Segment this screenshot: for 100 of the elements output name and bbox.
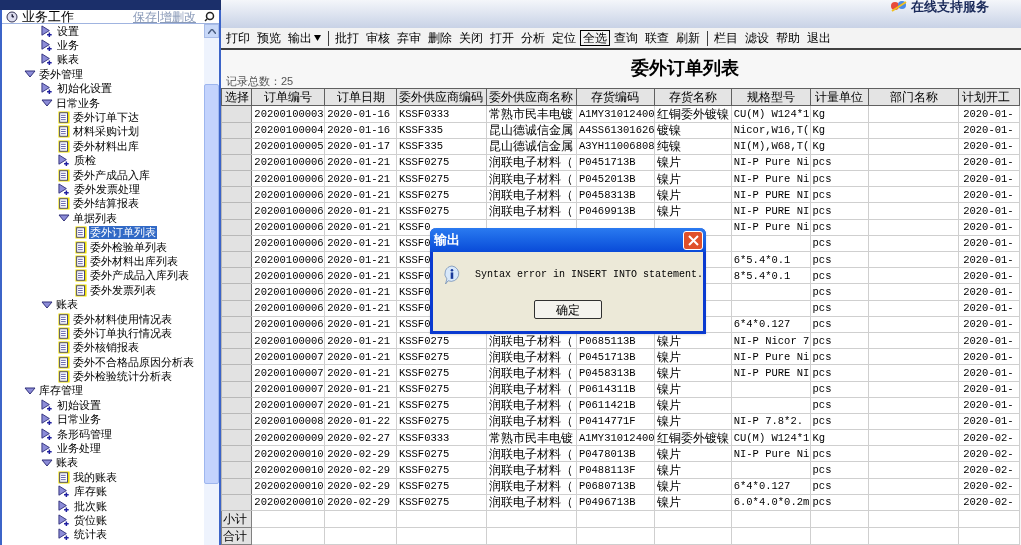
triangle-plus-icon[interactable] xyxy=(58,513,71,527)
toolbar-button[interactable]: 弃审 xyxy=(394,30,424,46)
table-cell: P0496713B xyxy=(576,494,655,511)
tree-item[interactable]: 我的账表 xyxy=(72,470,118,484)
tree-item[interactable]: 委外发票处理 xyxy=(73,183,141,196)
ok-button[interactable]: 确定 xyxy=(534,300,602,319)
close-button[interactable] xyxy=(683,230,703,250)
toolbar-button[interactable]: 定位 xyxy=(549,30,579,46)
tree-item[interactable]: 委外检验统计分析表 xyxy=(72,370,173,384)
tree-item[interactable]: 日常业务 xyxy=(56,413,102,427)
triangle-plus-icon[interactable] xyxy=(58,183,71,196)
tree-item[interactable]: 委外管理 xyxy=(38,67,84,81)
tree-item[interactable]: 委外核销报表 xyxy=(72,341,140,355)
table-cell: Nicor,W16,T( xyxy=(731,122,811,139)
tree-item[interactable]: 委外发票列表 xyxy=(89,283,157,297)
toolbar-button[interactable]: 查询 xyxy=(611,30,641,46)
support-link[interactable]: 在线支持服务 xyxy=(911,0,989,13)
triangle-plus-icon[interactable] xyxy=(41,24,54,38)
column-header[interactable]: 订单日期 xyxy=(324,88,397,106)
tree-item[interactable]: 委外检验单列表 xyxy=(89,240,168,254)
triangle-plus-icon[interactable] xyxy=(41,427,54,441)
tree-item[interactable]: 委外订单列表 xyxy=(89,226,157,240)
column-header[interactable]: 计划开工 xyxy=(958,88,1020,106)
tree-item[interactable]: 委外结算报表 xyxy=(72,197,140,211)
tree-item[interactable]: 委外产成品入库列表 xyxy=(89,269,190,283)
tree-item[interactable]: 账表 xyxy=(55,456,79,470)
tree-item[interactable]: 业务 xyxy=(56,39,80,53)
tree-item[interactable]: 统计表 xyxy=(73,528,108,542)
tree-item[interactable]: 设置 xyxy=(56,24,80,38)
toolbar-button[interactable]: 刷新 xyxy=(673,30,703,46)
column-header[interactable]: 存货名称 xyxy=(654,88,732,106)
toolbar-button[interactable]: 分析 xyxy=(518,30,548,46)
tree-item[interactable]: 委外材料出库 xyxy=(72,139,140,153)
tree-item[interactable]: 委外订单执行情况表 xyxy=(72,326,173,340)
table-cell: pcs xyxy=(810,494,869,511)
tree-item[interactable]: 单据列表 xyxy=(72,211,118,225)
toolbar-button[interactable]: 帮助 xyxy=(773,30,803,46)
tree-item[interactable]: 货位账 xyxy=(73,513,108,527)
triangle-plus-icon[interactable] xyxy=(41,442,54,455)
table-cell: 20200100006 xyxy=(251,251,325,268)
table-cell: 镍片 xyxy=(654,445,732,462)
toolbar-button[interactable]: 预览 xyxy=(254,30,284,46)
expand-triangle-icon[interactable] xyxy=(41,457,53,468)
tree-item[interactable]: 业务处理 xyxy=(56,442,102,455)
tree-item[interactable]: 委外不合格品原因分析表 xyxy=(72,355,195,369)
tree-item[interactable]: 委外产成品入库 xyxy=(72,168,151,182)
column-header[interactable]: 委外供应商编码 xyxy=(396,88,487,106)
table-cell: Kg xyxy=(810,122,869,139)
tree-item[interactable]: 账表 xyxy=(56,53,80,67)
column-header[interactable]: 规格型号 xyxy=(731,88,811,106)
tree-item[interactable]: 委外材料出库列表 xyxy=(89,254,179,268)
triangle-plus-icon[interactable] xyxy=(41,39,54,53)
tree-item[interactable]: 批次账 xyxy=(73,499,108,513)
expand-triangle-icon[interactable] xyxy=(58,213,70,224)
scrollbar[interactable] xyxy=(204,24,219,545)
column-header[interactable]: 计量单位 xyxy=(810,88,869,106)
tree-item[interactable]: 账表 xyxy=(55,298,79,312)
tree-item[interactable]: 初始设置 xyxy=(56,398,102,412)
triangle-plus-icon[interactable] xyxy=(58,485,71,499)
toolbar-button[interactable]: 全选 xyxy=(580,30,610,46)
column-header[interactable]: 订单编号 xyxy=(251,88,325,106)
toolbar-button[interactable]: 关闭 xyxy=(456,30,486,46)
toolbar-button[interactable]: 输出 xyxy=(285,30,324,46)
triangle-plus-icon[interactable] xyxy=(41,398,54,412)
table-cell: pcs xyxy=(810,186,869,203)
triangle-plus-icon[interactable] xyxy=(58,528,71,542)
triangle-plus-icon[interactable] xyxy=(58,499,71,513)
expand-triangle-icon[interactable] xyxy=(41,98,53,109)
toolbar-button[interactable]: 批打 xyxy=(332,30,362,46)
column-header[interactable]: 存货编码 xyxy=(576,88,655,106)
toolbar-button[interactable]: 退出 xyxy=(804,30,834,46)
triangle-plus-icon[interactable] xyxy=(41,413,54,427)
toolbar-button[interactable]: 删除 xyxy=(425,30,455,46)
column-header[interactable]: 部门名称 xyxy=(868,88,959,106)
table-cell: P0458313B xyxy=(576,364,655,381)
tree-item[interactable]: 日常业务 xyxy=(55,96,101,110)
tree-item[interactable]: 库存账 xyxy=(73,485,108,499)
expand-triangle-icon[interactable] xyxy=(24,69,36,80)
table-cell: 20200200010 xyxy=(251,461,325,479)
toolbar-button[interactable]: 打印 xyxy=(223,30,253,46)
toolbar-button[interactable]: 滤设 xyxy=(742,30,772,46)
toolbar-button[interactable]: 打开 xyxy=(487,30,517,46)
expand-triangle-icon[interactable] xyxy=(41,299,53,310)
toolbar-button[interactable]: 栏目 xyxy=(711,30,741,46)
tree-item[interactable]: 材料采购计划 xyxy=(72,125,140,139)
tree-item[interactable]: 库存管理 xyxy=(38,384,84,398)
tree-item[interactable]: 委外订单下达 xyxy=(72,111,140,125)
expand-triangle-icon[interactable] xyxy=(24,385,36,396)
tree-item[interactable]: 质检 xyxy=(73,154,97,168)
triangle-plus-icon[interactable] xyxy=(41,82,54,96)
tree-item[interactable]: 初始化设置 xyxy=(56,82,113,96)
toolbar-button[interactable]: 审核 xyxy=(363,30,393,46)
column-header[interactable]: 委外供应商名称 xyxy=(486,88,577,106)
triangle-plus-icon[interactable] xyxy=(58,154,71,168)
tree-item[interactable]: 条形码管理 xyxy=(56,427,113,441)
toolbar-button[interactable]: 联查 xyxy=(642,30,672,46)
triangle-plus-icon[interactable] xyxy=(41,53,54,67)
tree-item[interactable]: 委外材料使用情况表 xyxy=(72,312,173,326)
column-header[interactable]: 选择 xyxy=(221,88,252,106)
table-cell: pcs xyxy=(810,461,869,479)
